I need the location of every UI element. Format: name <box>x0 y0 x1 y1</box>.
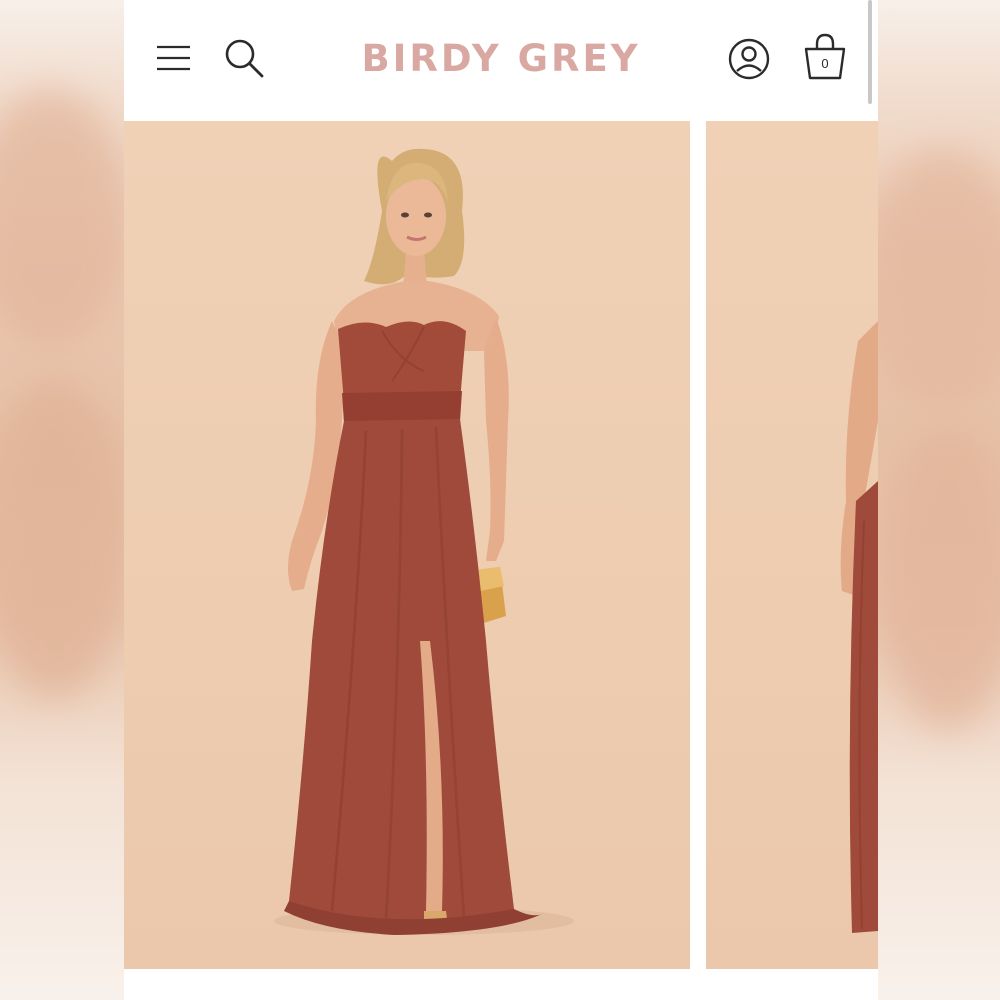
carousel-slide[interactable] <box>706 121 878 969</box>
search-icon <box>225 39 264 78</box>
carousel-slide[interactable] <box>124 121 690 969</box>
product-image-carousel[interactable] <box>124 121 878 969</box>
model-side-photo <box>840 321 878 933</box>
right-blurred-background <box>878 0 1000 1000</box>
account-button[interactable] <box>726 36 772 82</box>
model-front-photo <box>274 148 574 935</box>
site-header: BIRDY GREY 0 <box>124 0 878 120</box>
scrollbar-thumb[interactable] <box>868 0 872 104</box>
brand-logo[interactable]: BIRDY GREY <box>334 36 668 82</box>
search-button[interactable] <box>222 36 266 80</box>
page-content-below <box>124 969 878 1000</box>
menu-button[interactable] <box>154 38 194 78</box>
mobile-page: BIRDY GREY 0 <box>124 0 878 1000</box>
account-icon <box>728 38 770 80</box>
hamburger-menu-icon <box>157 45 190 71</box>
left-blurred-background <box>0 0 124 1000</box>
cart-button[interactable]: 0 <box>800 32 850 84</box>
cart-count-badge: 0 <box>821 56 829 71</box>
